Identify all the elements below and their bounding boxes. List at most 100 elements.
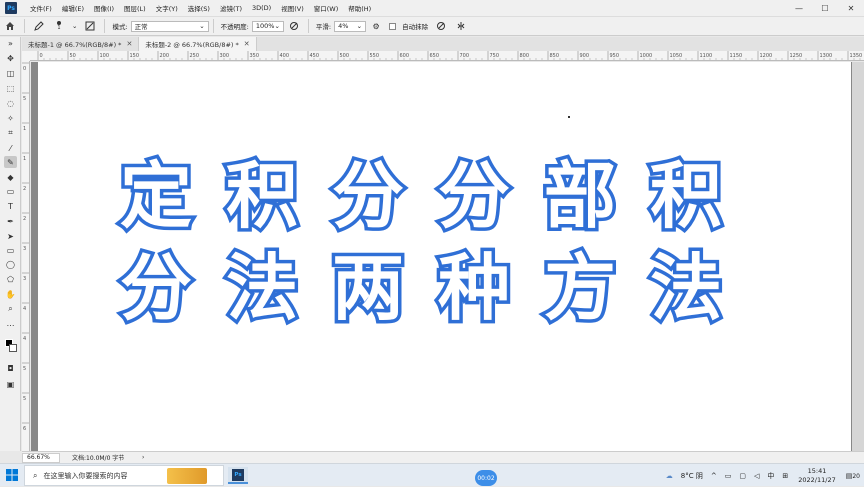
menu-3d[interactable]: 3D(D) [247,4,276,12]
smoothing-input[interactable]: 4% ⌄ [334,20,367,32]
canvas-workspace[interactable]: 定积分分部积 分法两种方法 [31,62,864,451]
menu-help[interactable]: 帮助(H) [343,3,376,13]
network-icon[interactable]: ▢ [739,472,746,480]
windows-start-icon[interactable] [6,469,18,481]
close-button[interactable]: ✕ [838,0,864,16]
polygon-tool-icon[interactable]: ⬠ [4,273,17,285]
menu-image[interactable]: 图像(I) [89,3,119,13]
status-menu-arrow[interactable]: › [138,453,148,463]
menu-type[interactable]: 文字(Y) [151,3,183,13]
brush-size-value: 1 [57,25,61,31]
ruler-tick-label: 350 [250,53,260,59]
vertical-scrollbar[interactable] [852,62,864,451]
smoothing-value: 4% [338,22,349,30]
cursor-dot [568,116,570,118]
battery-icon[interactable]: ▭ [725,472,732,480]
chevron-down-icon[interactable]: ⌄ [72,22,77,30]
chevron-down-icon: ⌄ [199,22,205,30]
search-icon: ⌕ [33,470,38,480]
canvas-title-line-2: 分法两种方法 [116,246,757,330]
pressure-size-icon[interactable] [434,19,448,33]
horizontal-ruler[interactable]: 0 50 100 150 200 250 300 350 400 450 500 550 600 650 7… [30,51,864,61]
type-tool-icon[interactable]: T [4,200,17,212]
ime-indicator[interactable]: 中 [767,471,774,481]
quick-mask-icon[interactable]: ◘ [4,362,17,374]
vertical-ruler-ticks: 0 5 1 1 2 2 3 3 4 4 5 5 6 [22,62,29,432]
brush-settings-icon[interactable] [83,19,97,33]
background-color-swatch[interactable] [9,344,17,352]
ruler-tick-label: 4 [23,336,26,342]
auto-erase-checkbox[interactable] [389,22,397,30]
tab-document-2[interactable]: 未标题-2 @ 66.7%(RGB/8#) * ✕ [139,37,257,51]
magic-wand-tool-icon[interactable]: ✧ [4,112,17,124]
minimize-button[interactable]: — [786,0,812,16]
gear-icon[interactable]: ⚙ [369,19,383,33]
gradient-tool-icon[interactable]: ▭ [4,185,17,197]
opacity-input[interactable]: 100% ⌄ [251,20,284,32]
screen-mode-icon[interactable]: ▣ [4,378,17,390]
clock-date: 2022/11/27 [798,475,836,484]
tab-label: 未标题-1 @ 66.7%(RGB/8#) * [28,41,122,49]
ruler-tick-label: 3 [23,246,26,252]
weather-icon[interactable]: ☁ [666,472,673,480]
pencil-tool-icon[interactable] [32,19,46,33]
document-size: 文档:10.0M/0 字节 [72,455,125,462]
keyboard-icon[interactable]: ⊞ [782,472,788,480]
move-tool-icon[interactable]: ✥ [4,52,17,64]
eraser-tool-icon[interactable]: ◆ [4,171,17,183]
marquee-tool-icon[interactable]: ⬚ [4,82,17,94]
maximize-button[interactable]: ☐ [812,0,838,16]
rectangle-tool-icon[interactable]: ▭ [4,244,17,256]
ellipse-tool-icon[interactable]: ◯ [4,258,17,270]
eyedropper-tool-icon[interactable]: ⁄ [4,142,17,154]
ruler-tick-label: 5 [23,396,26,402]
crop-tool-icon[interactable]: ⌗ [4,127,17,139]
notification-count: 20 [852,472,860,480]
menu-layer[interactable]: 图层(L) [119,3,151,13]
color-swatches[interactable] [4,337,17,357]
artboard-tool-icon[interactable]: ◫ [4,67,17,79]
taskbar-search-input[interactable]: ⌕ 在这里输入你要搜索的内容 [24,465,224,486]
brush-preset-picker[interactable]: 1 [52,19,66,33]
path-selection-tool-icon[interactable]: ➤ [4,230,17,242]
volume-icon[interactable]: ◁ [754,472,759,480]
document-canvas[interactable]: 定积分分部积 分法两种方法 [38,62,851,451]
menu-select[interactable]: 选择(S) [183,3,215,13]
taskbar-photoshop-button[interactable]: Ps [228,467,248,484]
notification-center-icon[interactable]: ▤20 [846,472,860,480]
recording-timer[interactable]: 00:02 [475,470,497,486]
windows-taskbar: ⌕ 在这里输入你要搜索的内容 Ps 00:02 ☁ 8°C 阴 ^ ▭ ▢ ◁ … [0,463,864,486]
close-icon[interactable]: ✕ [126,40,132,48]
chevron-up-icon[interactable]: ^ [711,472,717,480]
status-bar: 66.67% 文档:10.0M/0 字节 › [22,451,864,463]
zoom-level-field[interactable]: 66.67% [22,452,60,463]
home-icon[interactable] [3,19,17,33]
pressure-opacity-icon[interactable] [287,19,301,33]
tab-document-1[interactable]: 未标题-1 @ 66.7%(RGB/8#) * ✕ [22,37,140,51]
tab-label: 未标题-2 @ 66.7%(RGB/8#) * [145,41,239,49]
close-icon[interactable]: ✕ [244,40,250,48]
ruler-tick-label: 1 [23,156,26,162]
vertical-ruler[interactable]: 0 5 1 1 2 2 3 3 4 4 5 5 6 [22,61,30,451]
lasso-tool-icon[interactable]: ◌ [4,97,17,109]
weather-text[interactable]: 8°C 阴 [681,471,703,481]
hand-tool-icon[interactable]: ✋ [4,288,17,300]
more-tools-icon[interactable]: ⋯ [4,319,17,331]
pen-tool-icon[interactable]: ✒ [4,215,17,227]
menu-edit[interactable]: 编辑(E) [57,3,89,13]
toolbar-collapse-icon[interactable]: » [4,37,17,49]
taskbar-clock[interactable]: 15:41 2022/11/27 [798,467,835,485]
menu-filter[interactable]: 滤镜(T) [215,3,247,13]
zoom-tool-icon[interactable]: ⌕ [4,303,17,315]
document-info: 文档:10.0M/0 字节 [68,453,138,463]
pencil-tool-icon[interactable]: ✎ [4,156,17,168]
ruler-tick-label: 1100 [700,53,713,59]
ruler-corner[interactable] [22,51,30,61]
photoshop-logo-icon[interactable]: Ps [5,2,17,14]
menu-view[interactable]: 视图(V) [276,3,309,13]
menu-window[interactable]: 窗口(W) [309,3,344,13]
symmetry-icon[interactable] [454,19,468,33]
menu-file[interactable]: 文件(F) [25,3,57,13]
mode-select[interactable]: 正常 ⌄ [130,20,209,32]
ruler-tick-label: 2 [23,186,26,192]
